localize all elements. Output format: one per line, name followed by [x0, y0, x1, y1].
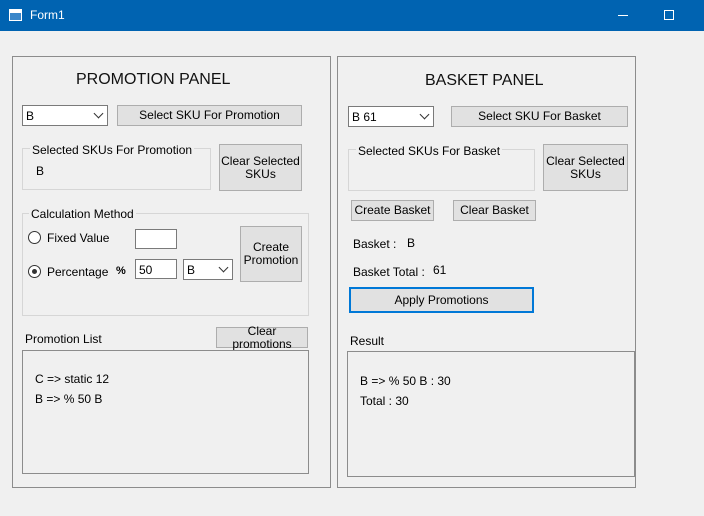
percentage-sku-combo[interactable]: B [183, 259, 233, 280]
list-item[interactable]: C => static 12 [35, 372, 109, 386]
percentage-sku-combo-value: B [187, 263, 196, 277]
promotion-list-label: Promotion List [25, 332, 102, 346]
clear-selected-skus-basket-button[interactable]: Clear Selected SKUs [543, 144, 628, 191]
percentage-value-text: 50 [139, 263, 153, 277]
list-item[interactable]: Total : 30 [360, 394, 409, 408]
maximize-button[interactable] [646, 0, 692, 31]
minimize-button[interactable] [600, 0, 646, 31]
list-item[interactable]: B => % 50 B [35, 392, 102, 406]
minimize-icon [618, 15, 628, 16]
fixed-value-label: Fixed Value [47, 231, 110, 245]
basket-label: Basket : [353, 237, 397, 251]
percent-symbol: % [116, 265, 126, 277]
select-sku-for-promotion-button[interactable]: Select SKU For Promotion [117, 105, 302, 126]
apply-promotions-button[interactable]: Apply Promotions [349, 287, 534, 313]
fixed-value-input[interactable] [135, 229, 177, 249]
clear-basket-button[interactable]: Clear Basket [453, 200, 536, 221]
basket-total-value: 61 [433, 263, 447, 277]
list-item[interactable]: B => % 50 B : 30 [360, 374, 451, 388]
fixed-value-radio[interactable] [28, 231, 41, 244]
chevron-down-icon [218, 262, 229, 273]
clear-selected-skus-promotion-button[interactable]: Clear Selected SKUs [219, 144, 302, 191]
selected-skus-promotion-label: Selected SKUs For Promotion [30, 143, 195, 157]
window-title: Form1 [30, 8, 65, 22]
chevron-down-icon [93, 108, 104, 119]
percentage-radio[interactable] [28, 265, 41, 278]
title-bar: Form1 [0, 0, 704, 31]
select-sku-for-basket-button[interactable]: Select SKU For Basket [451, 106, 628, 127]
selected-skus-promotion-value: B [36, 164, 45, 178]
basket-panel-title: BASKET PANEL [425, 72, 544, 89]
basket-panel: BASKET PANEL B 61 Select SKU For Basket … [337, 56, 636, 488]
result-label: Result [350, 334, 385, 348]
basket-total-label: Basket Total : [353, 265, 425, 279]
chevron-down-icon [419, 109, 430, 120]
create-promotion-button[interactable]: Create Promotion [240, 226, 302, 282]
basket-value: B [407, 236, 416, 250]
percentage-value-input[interactable]: 50 [135, 259, 177, 279]
promotion-list[interactable]: C => static 12 B => % 50 B [22, 350, 309, 474]
calculation-method-legend: Calculation Method [29, 207, 136, 221]
create-basket-button[interactable]: Create Basket [351, 200, 434, 221]
app-icon [9, 9, 22, 21]
selected-skus-basket-label: Selected SKUs For Basket [356, 144, 503, 158]
basket-sku-combo-value: B 61 [352, 110, 377, 124]
percentage-label: Percentage [47, 265, 109, 279]
promotion-panel: PROMOTION PANEL B Select SKU For Promoti… [12, 56, 331, 488]
promotion-sku-combo-value: B [26, 109, 35, 123]
result-list[interactable]: B => % 50 B : 30 Total : 30 [347, 351, 635, 477]
promotion-panel-title: PROMOTION PANEL [76, 71, 231, 88]
promotion-sku-combo[interactable]: B [22, 105, 108, 126]
clear-promotions-button[interactable]: Clear promotions [216, 324, 308, 350]
basket-sku-combo[interactable]: B 61 [348, 106, 434, 127]
maximize-icon [664, 10, 674, 20]
